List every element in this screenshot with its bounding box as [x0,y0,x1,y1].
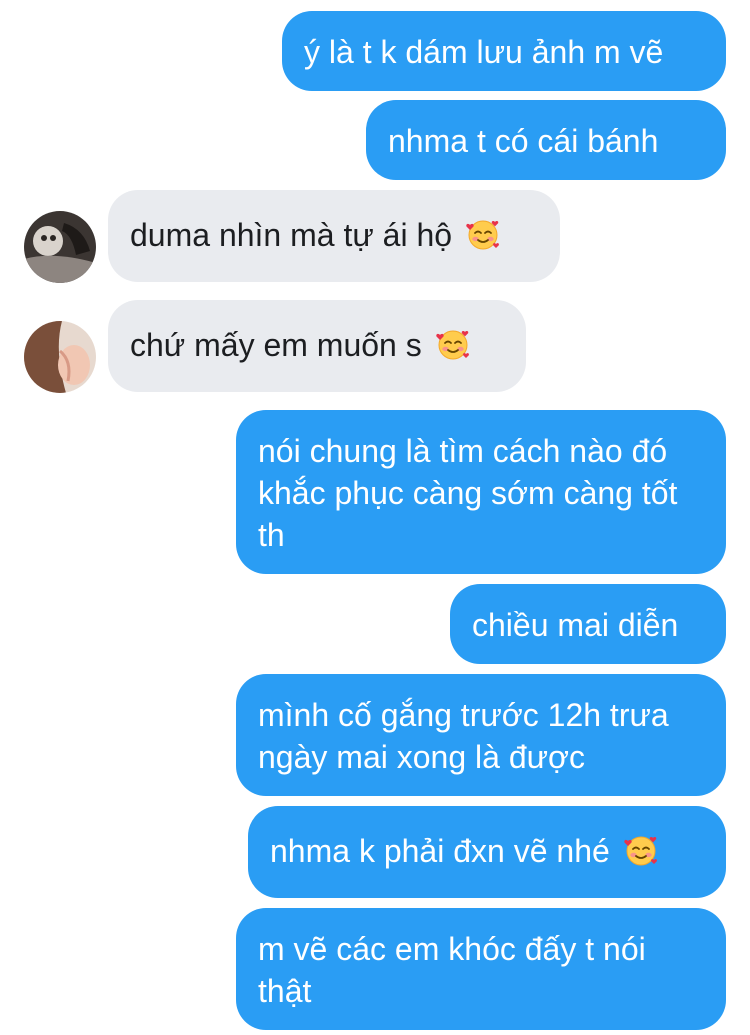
message-bubble-sent[interactable]: chiều mai diễn [450,584,726,664]
message-text: ý là t k dám lưu ảnh m vẽ [304,34,664,70]
message-bubble-received[interactable]: duma nhìn mà tự ái hộ [108,190,560,282]
message-bubble-sent[interactable]: nhma t có cái bánh [366,100,726,180]
message-text: nhma t có cái bánh [388,123,659,159]
avatar-photo [24,321,96,393]
contact-avatar[interactable] [24,321,96,393]
message-text: chiều mai diễn [472,607,679,643]
message-text: chứ mấy em muốn s [130,327,422,363]
message-text: m vẽ các em khóc đấy t nói thật [258,931,646,1009]
chat-thread: ý là t k dám lưu ảnh m vẽ nhma t có cái … [0,0,750,1035]
message-bubble-sent[interactable]: nói chung là tìm cách nào đó khắc phục c… [236,410,726,574]
smiling-face-with-hearts-icon [465,216,501,252]
message-bubble-sent[interactable]: nhma k phải đxn vẽ nhé [248,806,726,898]
message-bubble-received[interactable]: chứ mấy em muốn s [108,300,526,392]
message-bubble-sent[interactable]: m vẽ các em khóc đấy t nói thật [236,908,726,1030]
smiling-face-with-hearts-icon [435,326,471,362]
message-bubble-sent[interactable]: ý là t k dám lưu ảnh m vẽ [282,11,726,91]
message-bubble-sent[interactable]: mình cố gắng trước 12h trưa ngày mai xon… [236,674,726,796]
avatar-photo [24,211,96,283]
smiling-face-with-hearts-icon [623,832,659,868]
message-text: nói chung là tìm cách nào đó khắc phục c… [258,433,678,553]
contact-avatar[interactable] [24,211,96,283]
message-text: mình cố gắng trước 12h trưa ngày mai xon… [258,697,669,775]
message-text: duma nhìn mà tự ái hộ [130,217,453,253]
message-text: nhma k phải đxn vẽ nhé [270,833,610,869]
